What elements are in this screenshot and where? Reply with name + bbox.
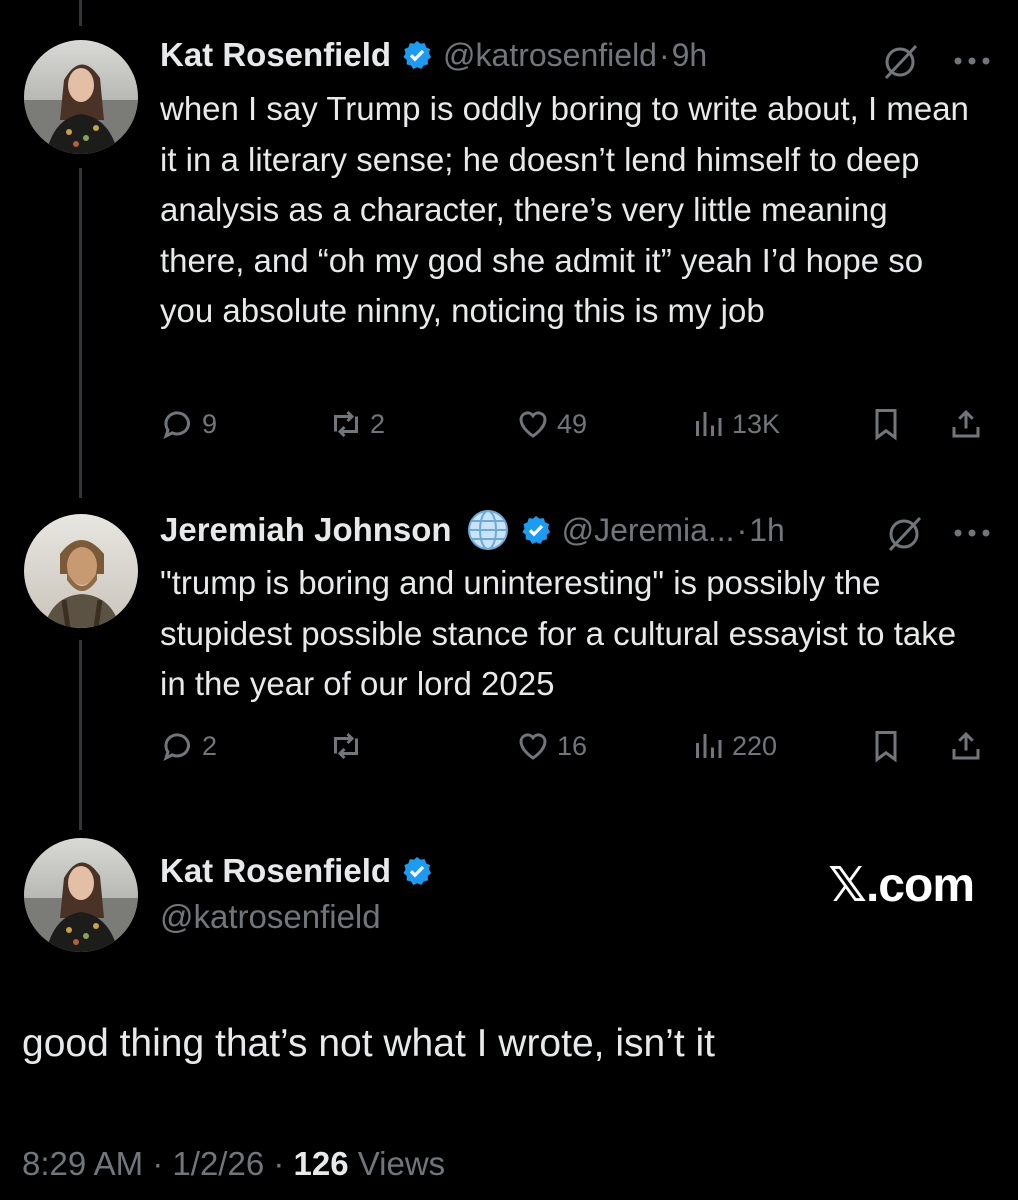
avatar[interactable]: [24, 838, 138, 952]
author-name[interactable]: Jeremiah Johnson: [160, 511, 452, 549]
author-handle[interactable]: @katrosenfield: [160, 898, 381, 936]
post-date[interactable]: 1/2/26: [172, 1145, 264, 1182]
more-icon[interactable]: [952, 55, 992, 67]
repost-button[interactable]: 2: [328, 406, 385, 442]
repost-icon: [334, 410, 358, 438]
share-button[interactable]: [948, 406, 990, 442]
views-count: 220: [732, 730, 778, 761]
separator: ·: [152, 1145, 173, 1182]
repost-button[interactable]: [328, 728, 370, 764]
more-icon[interactable]: [952, 527, 992, 539]
repost-icon: [334, 732, 358, 760]
like-icon: [519, 733, 547, 760]
x-watermark: 𝕏.com: [828, 859, 975, 912]
like-button[interactable]: 49: [515, 406, 587, 442]
thread-line-top: [79, 0, 82, 26]
main-tweet-text: good thing that’s not what I wrote, isn’…: [22, 1022, 716, 1065]
verified-badge-icon: [403, 857, 432, 885]
views-count: 13K: [732, 408, 781, 439]
tweet-meta: 8:29 AM · 1/2/26 · 126 Views: [22, 1145, 445, 1183]
avatar[interactable]: [24, 514, 138, 628]
tweet-actions: 2 16 220: [160, 728, 990, 772]
share-button[interactable]: [948, 728, 990, 764]
thread-line-1: [79, 168, 82, 498]
verified-badge-icon: [521, 516, 550, 544]
bookmark-icon: [875, 409, 897, 441]
reply-icon: [163, 411, 190, 439]
reply-count: 2: [202, 730, 218, 761]
tweet-header: Kat Rosenfield @katrosenfield · 9h: [160, 36, 707, 74]
main-author: Kat Rosenfield: [160, 852, 443, 890]
views-button[interactable]: 220: [690, 728, 777, 764]
bookmark-icon: [875, 731, 897, 763]
globe-icon: [467, 510, 508, 550]
thread-line-2: [79, 640, 82, 830]
verified-badge-icon: [403, 41, 432, 69]
post-time[interactable]: 8:29 AM: [22, 1145, 143, 1182]
bookmark-button[interactable]: [868, 728, 910, 764]
separator: ·: [736, 511, 748, 548]
timestamp[interactable]: 1h: [749, 512, 785, 549]
author-handle[interactable]: @Jeremia...: [562, 512, 735, 549]
views-icon: [696, 412, 722, 436]
grok-icon[interactable]: [880, 42, 920, 82]
like-icon: [519, 411, 547, 438]
author-handle[interactable]: @katrosenfield: [443, 37, 657, 74]
repost-count: 2: [370, 408, 386, 439]
like-count: 16: [557, 730, 588, 761]
share-icon: [952, 409, 980, 438]
like-count: 49: [557, 408, 588, 439]
separator: ·: [658, 36, 670, 73]
avatar[interactable]: [24, 40, 138, 154]
like-button[interactable]: 16: [515, 728, 587, 764]
tweet-text: when I say Trump is oddly boring to writ…: [160, 90, 969, 329]
reply-button[interactable]: 9: [160, 406, 217, 442]
author-name[interactable]: Kat Rosenfield: [160, 852, 391, 890]
tweet-text: "trump is boring and uninteresting" is p…: [160, 564, 957, 702]
reply-button[interactable]: 2: [160, 728, 217, 764]
views-label: Views: [357, 1145, 446, 1182]
timestamp[interactable]: 9h: [672, 37, 708, 74]
views-button[interactable]: 13K: [690, 406, 780, 442]
share-icon: [952, 731, 980, 760]
author-name[interactable]: Kat Rosenfield: [160, 36, 391, 74]
reply-count: 9: [202, 408, 218, 439]
tweet-actions: 9 2 49 13K: [160, 406, 990, 450]
separator: ·: [273, 1145, 294, 1182]
views-count: 126: [293, 1145, 349, 1182]
tweet-header: Jeremiah Johnson @Jeremia... · 1h: [160, 508, 785, 552]
bookmark-button[interactable]: [868, 406, 910, 442]
views-icon: [696, 734, 722, 758]
reply-icon: [163, 733, 190, 761]
grok-icon[interactable]: [884, 514, 924, 554]
